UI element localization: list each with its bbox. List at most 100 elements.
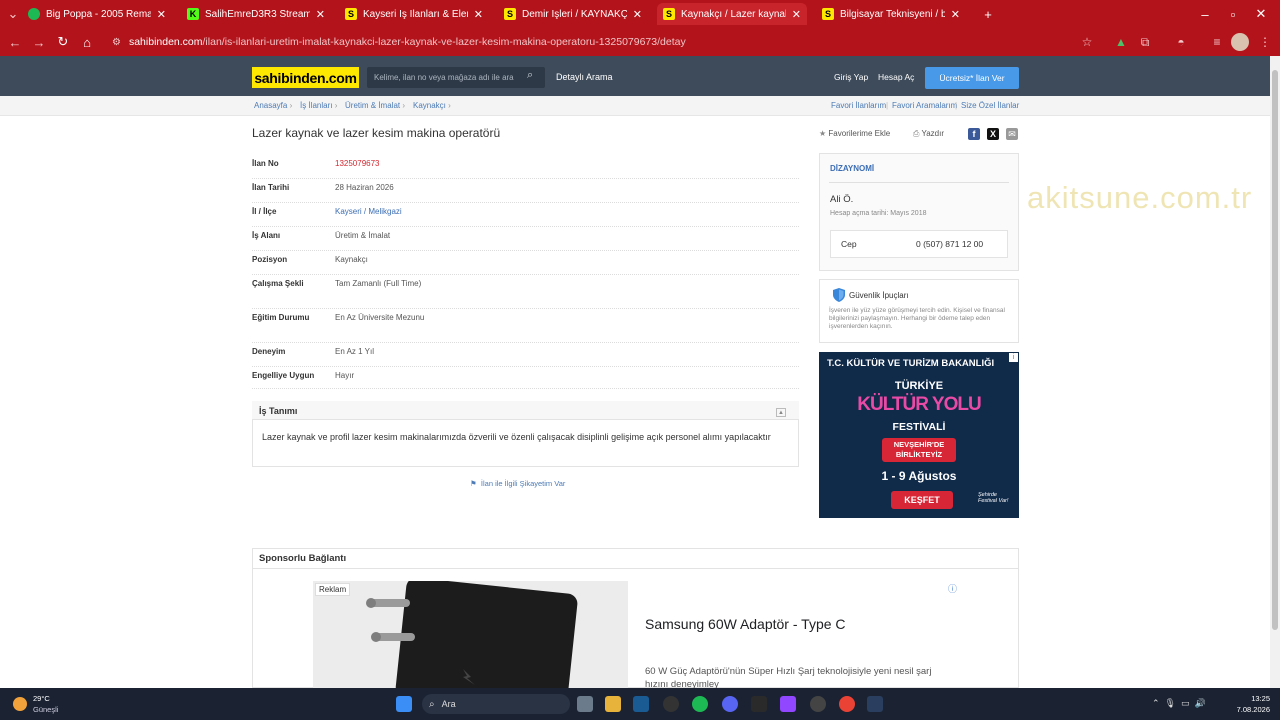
forward-icon[interactable]: → (30, 33, 48, 51)
site-info-icon[interactable]: ⚙ (112, 37, 121, 48)
safety-tips-title[interactable]: Güvenlik İpuçları (849, 291, 909, 300)
epic-games-icon[interactable] (751, 696, 767, 712)
discord-icon[interactable] (722, 696, 738, 712)
breadcrumb-item[interactable]: Anasayfa › (254, 101, 292, 110)
ad-info-icon[interactable]: i (1009, 353, 1018, 362)
file-explorer-icon[interactable] (605, 696, 621, 712)
complaint-link[interactable]: ⚑ İlan ile İlgili Şikayetim Var (470, 479, 565, 488)
printer-icon: ⎙ (913, 129, 920, 138)
reload-icon[interactable]: ↻ (54, 33, 72, 51)
login-link[interactable]: Giriş Yap (834, 72, 868, 82)
url-host: sahibinden.com (128, 36, 203, 48)
browser-tab[interactable]: Big Poppa - 2005 Remaster ✕ (22, 3, 172, 25)
chevron-right-icon: › (287, 101, 293, 110)
favorite-link[interactable]: ★ Favorilerime Ekle (819, 129, 890, 138)
site-header (0, 56, 1270, 96)
clock[interactable]: 13:25 7.08.2026 (1232, 693, 1270, 715)
breadcrumb-right-link[interactable]: Size Özel İlanlar (961, 101, 1019, 110)
tab-close-icon[interactable]: ✕ (633, 8, 642, 21)
register-link[interactable]: Hesap Aç (878, 72, 914, 82)
start-icon[interactable] (396, 696, 412, 712)
detailed-search-link[interactable]: Detaylı Arama (556, 72, 613, 82)
info-value: En Az 1 Yıl (335, 347, 374, 356)
collapse-icon[interactable]: ▲ (776, 408, 786, 417)
site-logo[interactable]: sahibinden.com (252, 67, 359, 88)
breadcrumb-right-link[interactable]: Favori Aramalarım (892, 101, 957, 110)
chrome-icon[interactable] (839, 696, 855, 712)
post-ad-button[interactable]: Ücretsiz* İlan Ver (925, 67, 1019, 89)
info-row: İlan No 1325079673 (252, 159, 799, 179)
minimize-button[interactable]: – (1196, 5, 1214, 23)
breadcrumb-item[interactable]: Kaynakçı › (413, 101, 451, 110)
sun-icon[interactable] (13, 697, 27, 711)
obs-icon[interactable] (663, 696, 679, 712)
browser-tab[interactable]: S Kayseri İş İlanları & Eleman Ara ✕ (339, 3, 489, 25)
ad-line3: FESTİVALİ (892, 421, 946, 433)
tab-close-icon[interactable]: ✕ (951, 8, 960, 21)
search-input[interactable]: Kelime, ilan no veya mağaza adı ile ara (367, 67, 545, 88)
phone-number[interactable]: 0 (507) 871 12 00 (916, 239, 983, 249)
ad-cta-button[interactable]: KEŞFET (891, 491, 953, 509)
steam-app-icon[interactable] (867, 696, 883, 712)
seller-store-name[interactable]: DİZAYNOMİ (830, 164, 874, 173)
tab-close-icon[interactable]: ✕ (792, 8, 801, 21)
browser-tab[interactable]: S Bilgisayar Teknisyeni / bilişim te ✕ (816, 3, 966, 25)
info-key: Engelliye Uygun (252, 371, 315, 380)
reading-list-icon[interactable]: ≡ (1208, 33, 1226, 51)
maximize-button[interactable]: ▫ (1224, 5, 1242, 23)
weather-temp[interactable]: 29°C (33, 694, 50, 703)
taskbar-search[interactable]: ⌕ Ara (422, 694, 570, 714)
adchoices-icon[interactable]: ⓘ (948, 582, 957, 595)
task-view-icon[interactable] (577, 696, 593, 712)
extensions-icon[interactable]: ⧉ (1136, 33, 1154, 51)
spotify-icon[interactable] (692, 696, 708, 712)
mail-icon[interactable]: ✉ (1006, 128, 1018, 140)
bookmark-star-icon[interactable]: ☆ (1078, 33, 1096, 51)
info-key: Eğitim Durumu (252, 313, 310, 322)
info-value[interactable]: Kayseri / Melikgazi (335, 207, 425, 217)
home-icon[interactable]: ⌂ (78, 33, 96, 51)
breadcrumb-item[interactable]: Üretim & İmalat › (345, 101, 405, 110)
chevron-right-icon: › (400, 101, 406, 110)
seller-name: Ali Ö. (830, 194, 854, 205)
browser-tab[interactable]: S Demir İşleri / KAYNAKÇI ÇALIŞN ✕ (498, 3, 648, 25)
back-icon[interactable]: ← (6, 33, 24, 51)
twitch-icon[interactable] (780, 696, 796, 712)
breadcrumb-label: Kaynakçı (413, 101, 446, 110)
profile-avatar[interactable] (1231, 33, 1249, 51)
system-tray[interactable]: ⌃ 🎙 ▭ 🔊 (1152, 698, 1206, 709)
new-tab-button[interactable]: + (979, 5, 997, 23)
tab-title: Kaynakçı / Lazer kaynak ve laze (681, 8, 786, 20)
ad-ministry: T.C. KÜLTÜR VE TURİZM BAKANLIĞI (827, 358, 995, 369)
description-title: İş Tanımı (259, 406, 298, 416)
menu-icon[interactable]: ⋮ (1256, 33, 1274, 51)
x-icon[interactable]: X (987, 128, 999, 140)
url-field[interactable]: ⚙ sahibinden.com/ilan/is-ilanlari-uretim… (108, 31, 1108, 53)
app-icon[interactable] (810, 696, 826, 712)
weather-desc[interactable]: Güneşli (33, 705, 58, 714)
flag-icon: ⚑ (470, 479, 477, 488)
separator: | (955, 101, 958, 110)
info-row: İlan Tarihi 28 Haziran 2026 (252, 183, 799, 203)
info-row: Engelliye Uygun Hayır (252, 371, 799, 389)
facebook-icon[interactable]: f (968, 128, 980, 140)
tab-close-icon[interactable]: ✕ (316, 8, 325, 21)
search-icon[interactable]: ⌕ (527, 69, 533, 82)
tab-close-icon[interactable]: ✕ (157, 8, 166, 21)
tab-title: Demir İşleri / KAYNAKÇI ÇALIŞN (522, 8, 627, 20)
scrollbar-thumb[interactable] (1272, 70, 1278, 630)
browser-tab[interactable]: K SalihEmreD3R3 Stream - Watch ✕ (181, 3, 331, 25)
incognito-icon[interactable]: ◓ (1172, 33, 1190, 51)
product-image[interactable] (313, 581, 628, 688)
info-row: Deneyim En Az 1 Yıl (252, 347, 799, 367)
product-title[interactable]: Samsung 60W Adaptör - Type C (645, 616, 846, 632)
print-link[interactable]: ⎙ Yazdır (913, 129, 944, 139)
close-window-button[interactable]: ✕ (1252, 5, 1270, 23)
drive-extension-icon[interactable]: ▲ (1112, 33, 1130, 51)
tab-close-icon[interactable]: ✕ (474, 8, 483, 21)
breadcrumb-item[interactable]: İş İlanları › (300, 101, 337, 110)
tab-search-icon[interactable]: ⌄ (4, 5, 22, 23)
steam-icon[interactable] (633, 696, 649, 712)
browser-tab[interactable]: S Kaynakçı / Lazer kaynak ve laze ✕ (657, 3, 807, 25)
breadcrumb-right-link[interactable]: Favori İlanlarım (831, 101, 886, 110)
